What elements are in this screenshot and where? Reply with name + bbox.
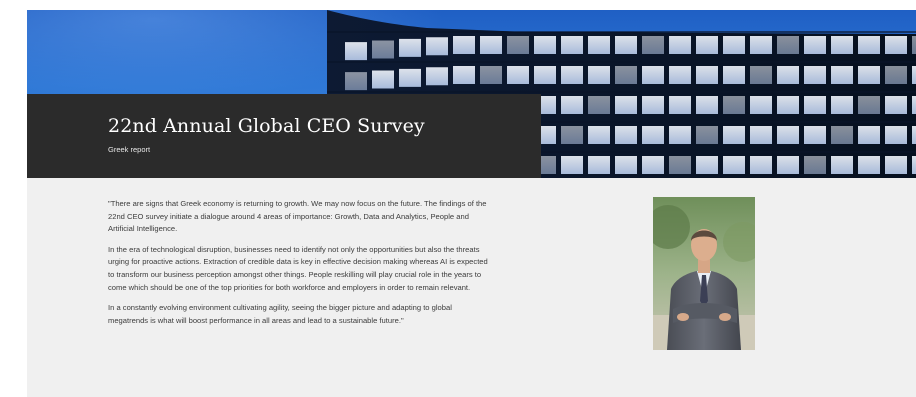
building-window <box>750 66 772 84</box>
building-window <box>885 126 907 144</box>
building-window <box>723 96 745 114</box>
building-window <box>804 156 826 174</box>
building-window <box>642 126 664 144</box>
building-window <box>885 96 907 114</box>
building-window <box>615 126 637 144</box>
building-window <box>399 68 421 87</box>
building-window <box>858 156 880 174</box>
building-window <box>507 66 529 84</box>
building-window <box>804 96 826 114</box>
building-window <box>345 72 367 91</box>
building-window <box>750 156 772 174</box>
building-window <box>669 96 691 114</box>
quote-paragraph-2: In the era of technological disruption, … <box>108 244 488 292</box>
building-window <box>588 96 610 114</box>
building-window <box>804 126 826 144</box>
building-window <box>831 36 853 54</box>
building-window <box>669 36 691 54</box>
building-window <box>642 96 664 114</box>
building-window <box>588 66 610 84</box>
building-window <box>912 36 916 54</box>
building-window <box>372 70 394 89</box>
report-subtitle: Greek report <box>108 145 151 154</box>
building-window <box>777 126 799 144</box>
building-window <box>831 156 853 174</box>
building-window <box>642 66 664 84</box>
building-window <box>912 126 916 144</box>
building-window <box>642 156 664 174</box>
building-window <box>561 96 583 114</box>
building-window <box>696 96 718 114</box>
quote-paragraph-3: In a constantly evolving environment cul… <box>108 303 452 325</box>
building-window <box>723 126 745 144</box>
building-window <box>831 66 853 84</box>
building-window <box>453 36 475 54</box>
building-window <box>858 66 880 84</box>
building-window <box>723 66 745 84</box>
ceo-portrait-photo <box>653 197 755 350</box>
building-window <box>615 96 637 114</box>
building-window <box>561 126 583 144</box>
building-window <box>561 156 583 174</box>
title-band: 22nd Annual Global CEO Survey Greek repo… <box>27 94 541 178</box>
building-window <box>669 156 691 174</box>
building-window <box>912 66 916 84</box>
building-window <box>858 36 880 54</box>
building-window <box>831 126 853 144</box>
building-window <box>777 66 799 84</box>
building-window <box>912 156 916 174</box>
hero-banner: 22nd Annual Global CEO Survey Greek repo… <box>27 10 916 178</box>
building-window <box>912 96 916 114</box>
building-window <box>642 36 664 54</box>
building-window <box>696 126 718 144</box>
building-window <box>723 36 745 54</box>
building-window <box>885 156 907 174</box>
building-window <box>750 36 772 54</box>
building-window <box>507 36 529 54</box>
building-window <box>426 37 448 56</box>
building-window <box>588 126 610 144</box>
building-window <box>858 126 880 144</box>
building-window <box>588 156 610 174</box>
building-window <box>615 156 637 174</box>
building-window <box>561 66 583 84</box>
building-window <box>561 36 583 54</box>
ceo-quote: "There are signs that Greek economy is r… <box>108 198 488 335</box>
building-window <box>534 36 556 54</box>
building-window <box>885 66 907 84</box>
building-window <box>804 66 826 84</box>
building-window <box>858 96 880 114</box>
building-window <box>885 36 907 54</box>
building-window <box>777 156 799 174</box>
building-window <box>750 126 772 144</box>
building-window <box>345 42 367 61</box>
building-window <box>777 36 799 54</box>
quote-paragraph-1: "There are signs that Greek economy is r… <box>108 199 487 234</box>
building-window <box>372 40 394 59</box>
building-window <box>669 126 691 144</box>
content-section: "There are signs that Greek economy is r… <box>27 178 916 397</box>
building-window <box>453 66 475 84</box>
building-window <box>480 66 502 84</box>
building-window <box>750 96 772 114</box>
building-window <box>615 66 637 84</box>
building-window <box>831 96 853 114</box>
report-title: 22nd Annual Global CEO Survey <box>108 115 425 137</box>
building-window <box>399 38 421 57</box>
building-window <box>426 67 448 86</box>
building-window <box>534 66 556 84</box>
building-window <box>669 66 691 84</box>
building-window <box>696 66 718 84</box>
building-window <box>696 156 718 174</box>
building-window <box>723 156 745 174</box>
building-window <box>696 36 718 54</box>
report-page: 22nd Annual Global CEO Survey Greek repo… <box>27 10 916 397</box>
building-window <box>777 96 799 114</box>
building-window <box>615 36 637 54</box>
building-window <box>588 36 610 54</box>
building-window <box>804 36 826 54</box>
building-window <box>480 36 502 54</box>
